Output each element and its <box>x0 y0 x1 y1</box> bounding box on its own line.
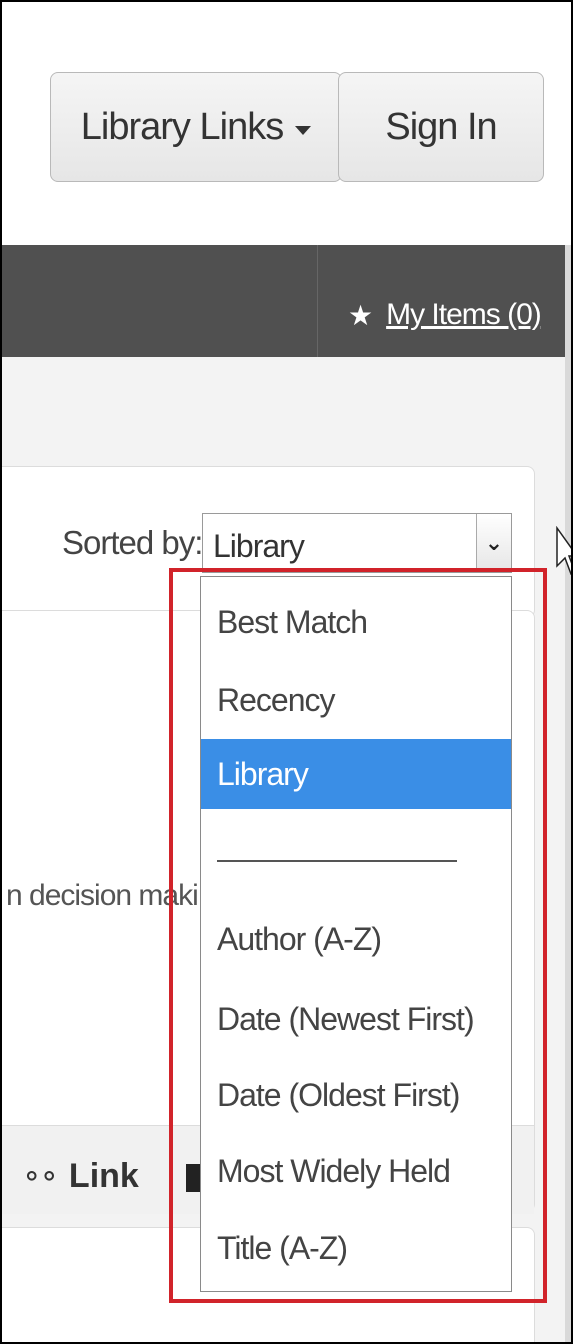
sort-select-value: Library <box>213 528 305 564</box>
page-scrollbar[interactable] <box>565 245 571 1342</box>
my-items-link[interactable]: ★ My Items (0) <box>348 298 542 332</box>
sort-select[interactable]: Library ⌄ <box>202 513 512 573</box>
nav-divider <box>317 245 318 357</box>
link-action-button[interactable]: ⚬⚬ Link <box>20 1157 139 1196</box>
page-header: Library Links Sign In <box>2 2 571 245</box>
sign-in-label: Sign In <box>385 105 497 148</box>
link-action-label: Link <box>68 1157 139 1195</box>
star-icon: ★ <box>348 299 373 331</box>
mouse-cursor-icon <box>556 526 571 576</box>
annotation-highlight-box <box>169 568 547 1303</box>
library-links-label: Library Links <box>80 105 284 148</box>
chevron-down-icon[interactable]: ⌄ <box>476 514 511 572</box>
caret-down-icon <box>295 125 312 135</box>
my-items-label: My Items (0) <box>386 298 542 331</box>
sign-in-button[interactable]: Sign In <box>338 72 544 182</box>
browser-frame: Library Links Sign In ★ My Items (0) Sor… <box>0 0 573 1344</box>
library-links-button[interactable]: Library Links <box>50 72 342 182</box>
sort-label: Sorted by: <box>62 524 203 561</box>
link-icon: ⚬⚬ <box>20 1161 61 1192</box>
